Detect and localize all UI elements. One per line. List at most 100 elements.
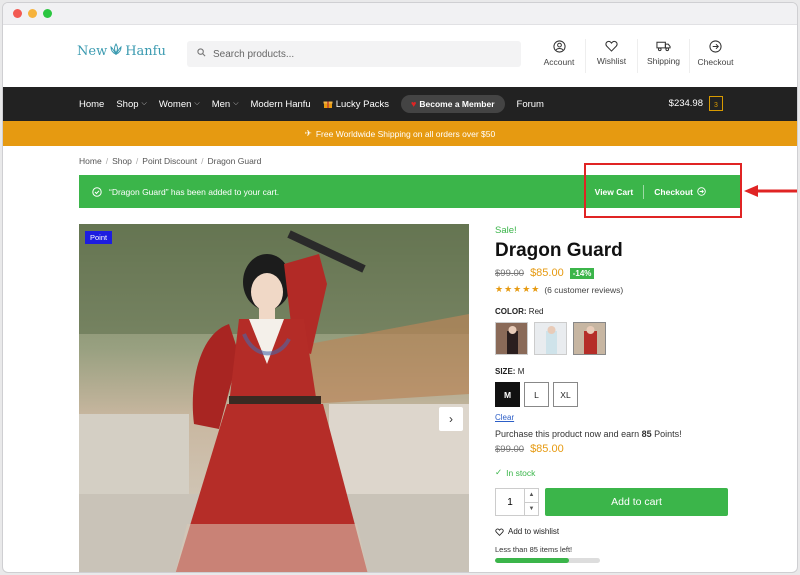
- nav-item-label: Women: [158, 98, 192, 110]
- nav-item-label: Forum: [516, 98, 544, 110]
- breadcrumb-separator: /: [135, 156, 139, 166]
- become-member-button[interactable]: ♥ Become a Member: [401, 95, 505, 113]
- breadcrumb-home[interactable]: Home: [79, 156, 102, 166]
- main-nav: Home Shop ⌵ Women ⌵ Men ⌵ Modern Hanfu Luck…: [3, 87, 797, 121]
- color-swatch[interactable]: [534, 322, 567, 355]
- earn-text: Purchase this product now and earn: [495, 429, 640, 439]
- color-label: COLOR:: [495, 307, 527, 316]
- account-link[interactable]: Account: [533, 39, 585, 73]
- close-dot-icon[interactable]: [13, 9, 22, 18]
- member-label: Become a Member: [419, 99, 495, 109]
- promo-banner: ✈ Free Worldwide Shipping on all orders …: [3, 121, 797, 146]
- color-swatch-selected[interactable]: [573, 322, 606, 355]
- annotation-arrow-icon: [744, 185, 797, 197]
- next-image-button[interactable]: ›: [439, 407, 463, 431]
- size-label-row: SIZE: M: [495, 367, 735, 376]
- checkout-link[interactable]: Checkout: [689, 39, 741, 73]
- header-icons: Account Wishlist Shipping Checkout: [533, 39, 741, 73]
- points-old-price: $99.00: [495, 443, 525, 455]
- points-earn-text: Purchase this product now and earn 85 Po…: [495, 429, 735, 439]
- search-icon: [197, 48, 206, 60]
- site-header: New Hanfu Account Wishlist Shippi: [3, 25, 797, 87]
- wishlist-label: Add to wishlist: [508, 527, 560, 536]
- nav-item-shop[interactable]: Shop ⌵: [116, 99, 147, 110]
- color-value: Red: [528, 307, 544, 316]
- stock-status: ✓ In stock: [495, 467, 735, 478]
- stock-progress-fill: [495, 558, 569, 563]
- nav-item-home[interactable]: Home: [79, 99, 104, 110]
- old-price: $99.00: [495, 267, 525, 279]
- stock-label: In stock: [506, 467, 536, 478]
- user-circle-icon: [552, 40, 566, 53]
- shipping-label: Shipping: [646, 56, 681, 66]
- wishlist-link[interactable]: Wishlist: [585, 39, 637, 73]
- heart-icon: [605, 40, 618, 52]
- shipping-link[interactable]: Shipping: [637, 39, 689, 73]
- truck-icon: [656, 41, 671, 52]
- product-title: Dragon Guard: [495, 240, 623, 261]
- account-label: Account: [543, 57, 575, 67]
- maximize-dot-icon[interactable]: [43, 9, 52, 18]
- product-photo-illustration: [79, 224, 469, 572]
- cart-bag-icon[interactable]: 3: [709, 96, 723, 111]
- chevron-down-icon: ⌵: [233, 100, 239, 107]
- size-options: M L XL: [495, 382, 735, 407]
- points-price-row: $99.00 $85.00: [495, 443, 735, 455]
- nav-item-label: Home: [79, 98, 105, 110]
- size-option-l[interactable]: L: [524, 382, 549, 407]
- nav-item-lucky-packs[interactable]: Lucky Packs: [323, 99, 389, 110]
- sale-label: Sale!: [495, 225, 517, 236]
- breadcrumb-shop[interactable]: Shop: [112, 156, 132, 166]
- nav-item-women[interactable]: Women ⌵: [159, 99, 200, 110]
- cart-count: 3: [714, 102, 718, 109]
- buy-row: ▲ ▼ Add to cart: [495, 488, 735, 516]
- add-to-wishlist-link[interactable]: Add to wishlist: [495, 527, 735, 536]
- highlight-box: [584, 163, 742, 218]
- product-info: Sale! Dragon Guard $99.00 $85.00 -14% ★★…: [495, 225, 735, 563]
- decrement-icon[interactable]: ▼: [525, 503, 538, 516]
- quantity-stepper[interactable]: ▲ ▼: [495, 488, 539, 516]
- check-circle-icon: [92, 186, 102, 197]
- points-new-price: $85.00: [530, 443, 564, 455]
- search-input[interactable]: [213, 48, 503, 60]
- breadcrumb-separator: /: [201, 156, 204, 166]
- site-logo[interactable]: New Hanfu: [77, 43, 166, 60]
- product-image[interactable]: Point ›: [79, 224, 469, 572]
- breadcrumb: Home / Shop / Point Discount / Dragon Gu…: [79, 156, 261, 166]
- review-count-link[interactable]: (6 customer reviews): [544, 285, 623, 295]
- discount-badge: -14%: [569, 267, 595, 279]
- logo-text-new: New: [77, 44, 108, 59]
- logo-text-hanfu: Hanfu: [125, 44, 166, 59]
- minimize-dot-icon[interactable]: [28, 9, 37, 18]
- check-icon: ✓: [495, 467, 503, 477]
- notice-message: “Dragon Guard” has been added to your ca…: [109, 186, 280, 197]
- price-row: $99.00 $85.00 -14%: [495, 267, 735, 279]
- heart-icon: [495, 528, 504, 536]
- wishlist-label: Wishlist: [596, 56, 627, 66]
- nav-item-forum[interactable]: Forum: [517, 99, 544, 110]
- point-badge: Point: [85, 231, 113, 244]
- quantity-input[interactable]: [496, 489, 524, 515]
- sale-price: $85.00: [530, 267, 564, 279]
- cart-total[interactable]: $234.98: [669, 98, 703, 109]
- add-to-cart-button[interactable]: Add to cart: [545, 488, 728, 516]
- earn-text-suffix: Points!: [654, 429, 682, 439]
- size-option-xl[interactable]: XL: [553, 382, 578, 407]
- items-left-text: Less than 85 items left!: [495, 545, 573, 554]
- arrow-circle-icon: [709, 40, 722, 53]
- nav-item-modern-hanfu[interactable]: Modern Hanfu: [251, 99, 311, 110]
- promo-text: Free Worldwide Shipping on all orders ov…: [315, 128, 496, 139]
- size-option-m[interactable]: M: [495, 382, 520, 407]
- lotus-icon: [109, 43, 123, 60]
- nav-item-label: Lucky Packs: [335, 98, 390, 110]
- chevron-down-icon: ⌵: [194, 100, 200, 107]
- color-swatch[interactable]: [495, 322, 528, 355]
- increment-icon[interactable]: ▲: [525, 489, 538, 503]
- search-bar[interactable]: [187, 41, 521, 67]
- gift-icon: [323, 101, 333, 108]
- breadcrumb-point-discount[interactable]: Point Discount: [142, 156, 197, 166]
- nav-item-men[interactable]: Men ⌵: [212, 99, 239, 110]
- browser-window: New Hanfu Account Wishlist Shippi: [2, 2, 798, 573]
- stock-progress-bar: [495, 558, 600, 563]
- clear-selection-link[interactable]: Clear: [495, 413, 514, 422]
